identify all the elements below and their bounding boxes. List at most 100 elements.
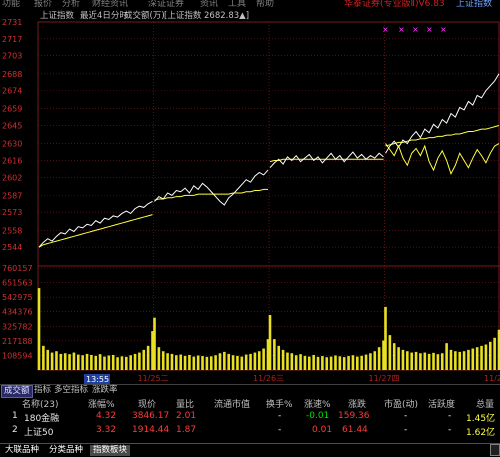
chart-frame bbox=[38, 22, 499, 370]
price-tick-label: 2717 bbox=[2, 35, 22, 44]
average-line bbox=[39, 215, 153, 248]
price-tick-label: 2558 bbox=[2, 226, 22, 235]
row-pe: - bbox=[404, 425, 407, 435]
event-marker: × bbox=[412, 25, 419, 34]
price-tick-label: 2645 bbox=[2, 122, 22, 131]
col-activity[interactable]: 活跃度 bbox=[428, 397, 455, 410]
crosshair-time: 13:55 bbox=[86, 375, 109, 384]
col-speed[interactable]: 涨速% bbox=[304, 397, 331, 410]
quote-table: 名称(23) 涨幅% 现价 量比 流通市值 换手% 涨速% 涨跌 市盈(动) 活… bbox=[0, 396, 500, 442]
scroll-button[interactable] bbox=[490, 444, 500, 456]
row-activity: - bbox=[448, 411, 451, 421]
event-marker: × bbox=[382, 25, 389, 34]
time-tick-label: 11/25二 bbox=[138, 374, 169, 383]
table-row[interactable]: 2 上证50 3.32 1914.44 1.87 - 0.01 61.44 - … bbox=[0, 425, 500, 439]
bottom-tab-1[interactable]: 分类品种 bbox=[46, 445, 86, 456]
time-tick-label: 11/28五 bbox=[484, 374, 500, 383]
col-total[interactable]: 总量 bbox=[476, 397, 494, 410]
row-turnover: - bbox=[278, 425, 281, 435]
menu-item-3[interactable]: 财经资讯 bbox=[92, 0, 128, 8]
volume-tick-label: 108594 bbox=[2, 351, 33, 360]
row-turnover: - bbox=[278, 411, 281, 421]
price-tick-label: 2688 bbox=[2, 70, 22, 79]
tab-indicator[interactable]: 指标 bbox=[32, 385, 53, 396]
volume-tick-label: 760157 bbox=[2, 264, 33, 273]
price-tick-label: 2602 bbox=[2, 173, 22, 182]
row-index: 1 bbox=[12, 411, 18, 421]
col-float-mv[interactable]: 流通市值 bbox=[214, 397, 250, 410]
row-name: 180金融 bbox=[24, 411, 59, 424]
price-line bbox=[39, 201, 153, 247]
menu-item-2[interactable]: 分析 bbox=[62, 0, 80, 8]
volume-bars bbox=[39, 288, 499, 370]
price-tick-label: 2573 bbox=[2, 208, 22, 217]
volume-tick-label: 542975 bbox=[2, 293, 33, 302]
average-line bbox=[386, 126, 500, 146]
menu-item-6[interactable]: 工具 bbox=[228, 0, 246, 8]
menu-item-7[interactable]: 帮助 bbox=[256, 0, 274, 8]
menu-item-0[interactable]: 功能 bbox=[2, 0, 20, 8]
price-axis: 2731 2717 2703 2688 2674 2659 2645 2630 2616 2602… bbox=[2, 18, 22, 252]
row-vol-ratio: 1.87 bbox=[176, 425, 196, 435]
col-turnover[interactable]: 换手% bbox=[266, 397, 293, 410]
row-diff: 159.36 bbox=[338, 411, 370, 421]
row-vol-ratio: 2.01 bbox=[176, 411, 196, 421]
volume-tick-label: 325782 bbox=[2, 322, 33, 331]
col-diff[interactable]: 涨跌 bbox=[348, 397, 366, 410]
volume-tick-label: 217188 bbox=[2, 337, 33, 346]
chart-index-name: 上证指数 bbox=[40, 10, 75, 21]
row-change: 4.32 bbox=[96, 411, 116, 421]
event-marker: × bbox=[440, 25, 447, 34]
tab-rise-fall-rate[interactable]: 涨跌率 bbox=[90, 385, 120, 396]
col-name[interactable]: 名称(23) bbox=[22, 397, 58, 410]
price-tick-label: 2587 bbox=[2, 191, 22, 200]
time-axis: 11/25二 11/26三 11/27四 11/28五 bbox=[138, 374, 500, 383]
menu-bar: 功能 报价 分析 财经资讯 深证证券 资讯 工具 帮助 华泰证券(专业版Ⅱ)V6… bbox=[0, 0, 500, 8]
bottom-tab-2[interactable]: 指数板块 bbox=[90, 445, 130, 456]
row-price: 1914.44 bbox=[132, 425, 169, 435]
menu-item-5[interactable]: 资讯 bbox=[200, 0, 218, 8]
menu-item-4[interactable]: 深证证券 bbox=[148, 0, 184, 8]
row-index: 2 bbox=[12, 425, 18, 435]
col-price[interactable]: 现价 bbox=[138, 397, 156, 410]
compare-line bbox=[386, 144, 500, 174]
row-total: 1.45亿 bbox=[466, 411, 495, 424]
bottom-tab-bar: 大联品种 分类品种 指数板块 bbox=[0, 443, 500, 457]
menu-item-1[interactable]: 报价 bbox=[34, 0, 52, 8]
price-line bbox=[270, 152, 384, 168]
row-activity: - bbox=[448, 425, 451, 435]
row-name: 上证50 bbox=[24, 425, 53, 438]
price-tick-label: 2616 bbox=[2, 156, 22, 165]
time-tick-label: 11/27四 bbox=[369, 374, 400, 383]
time-tick-label: 11/26三 bbox=[253, 374, 284, 383]
row-price: 3846.17 bbox=[132, 411, 169, 421]
table-row[interactable]: 1 180金融 4.32 3846.17 2.01 - -0.01 159.36… bbox=[0, 411, 500, 425]
row-change: 3.32 bbox=[96, 425, 116, 435]
row-speed: 0.01 bbox=[312, 425, 332, 435]
row-total: 1.62亿 bbox=[466, 425, 495, 438]
price-tick-label: 2703 bbox=[2, 52, 22, 61]
tab-long-short[interactable]: 多空指标 bbox=[52, 385, 90, 396]
app-title: 华泰证券(专业版Ⅱ)V6.83 bbox=[344, 0, 445, 8]
chart-period: 最近4日分时 bbox=[80, 10, 128, 21]
price-line bbox=[386, 74, 500, 153]
price-tick-label: 2544 bbox=[2, 243, 22, 252]
price-tick-label: 2630 bbox=[2, 140, 22, 149]
intraday-chart[interactable]: 2731 2717 2703 2688 2674 2659 2645 2630 2616 2602… bbox=[0, 8, 500, 388]
price-line bbox=[155, 170, 269, 205]
table-header: 名称(23) 涨幅% 现价 量比 流通市值 换手% 涨速% 涨跌 市盈(动) 活… bbox=[0, 397, 500, 411]
volume-axis: 760157 651563 542975 434376 325782 217188 1085… bbox=[2, 264, 33, 360]
price-tick-label: 2659 bbox=[2, 105, 22, 114]
volume-tick-label: 651563 bbox=[2, 279, 33, 288]
price-tick-label: 2731 bbox=[2, 18, 22, 27]
volume-tick-label: 434376 bbox=[2, 308, 33, 317]
price-tick-label: 2674 bbox=[2, 87, 22, 96]
event-marker: × bbox=[426, 25, 433, 34]
index-shortcut[interactable]: 上证指数 bbox=[456, 0, 492, 8]
row-speed: -0.01 bbox=[306, 411, 329, 421]
col-pe[interactable]: 市盈(动) bbox=[384, 397, 418, 410]
col-vol-ratio[interactable]: 量比 bbox=[176, 397, 194, 410]
chart-volume-label: 成交额(万) bbox=[124, 10, 165, 21]
bottom-tab-0[interactable]: 大联品种 bbox=[2, 445, 42, 456]
col-change[interactable]: 涨幅% bbox=[88, 397, 115, 410]
